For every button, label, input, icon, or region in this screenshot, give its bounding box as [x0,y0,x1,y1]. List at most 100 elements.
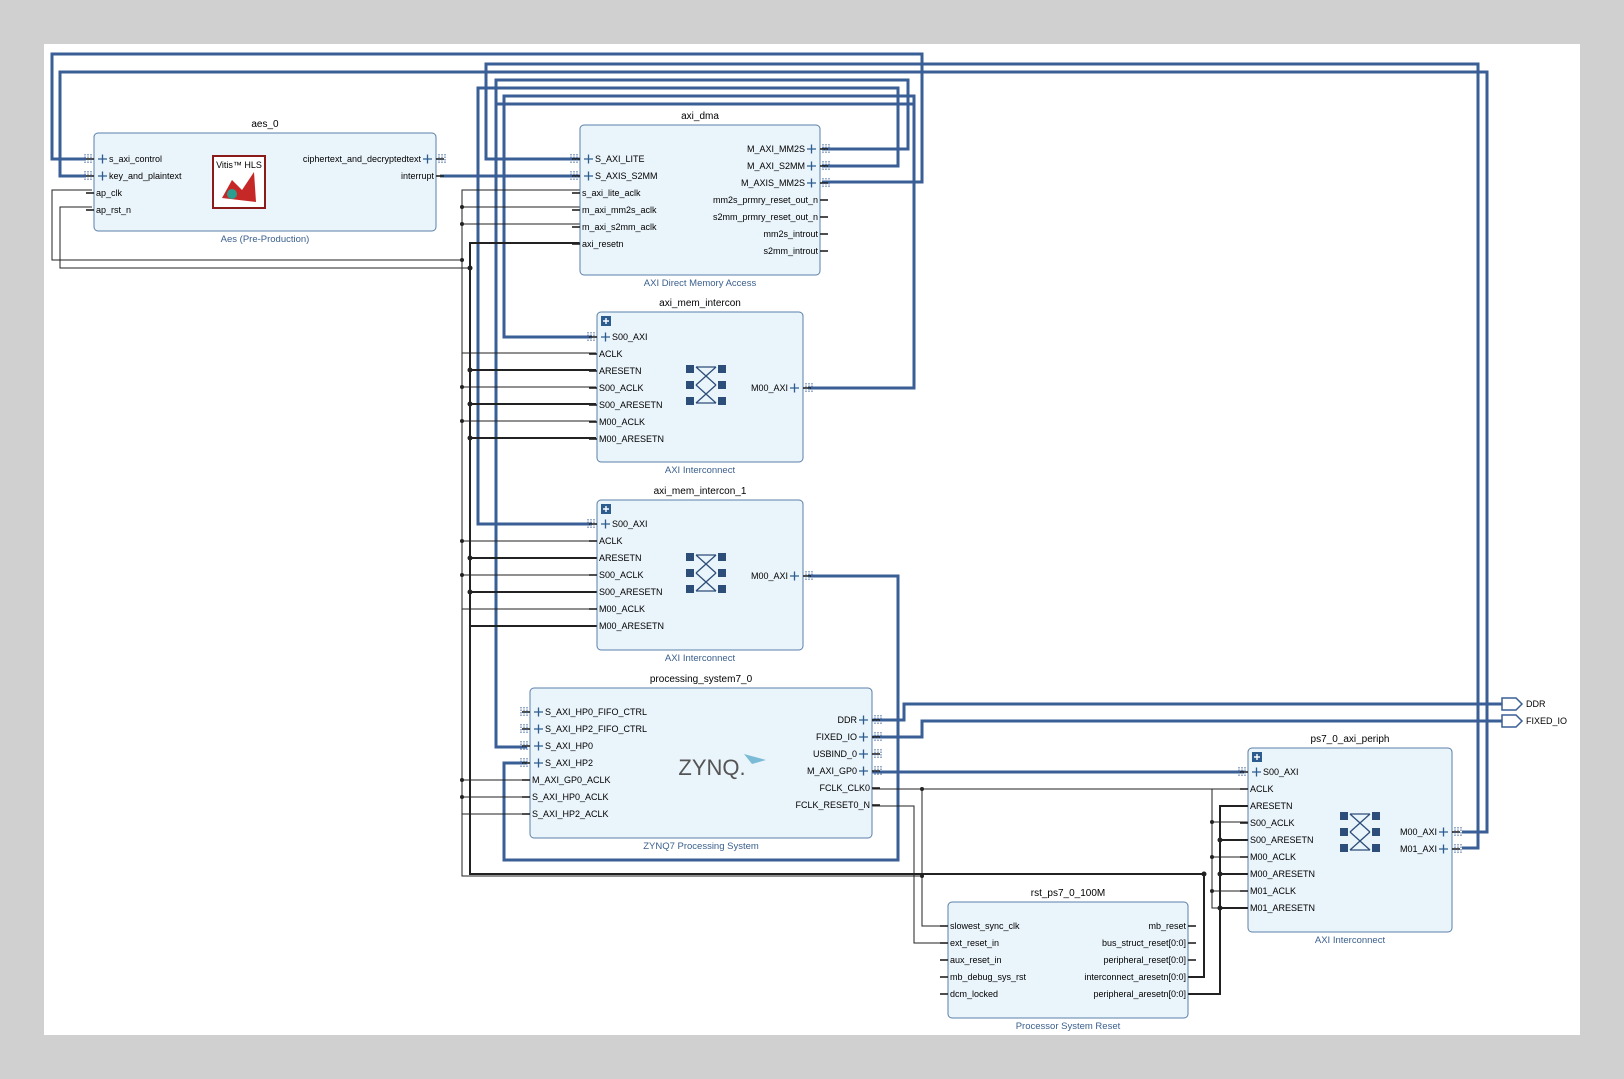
pin-label: S_AXIS_S2MM [595,171,658,181]
pin-label: s2mm_introut [763,246,818,256]
block-instance-name: axi_mem_intercon [659,298,741,309]
block-instance-name: ps7_0_axi_periph [1311,734,1390,745]
pin-label: ciphertext_and_decryptedtext [303,154,422,164]
block-ip-type: AXI Interconnect [1315,935,1386,946]
pin-label: S00_ACLK [599,570,644,580]
pin-label: M_AXI_MM2S [747,144,805,154]
pin-label: S_AXI_HP0_FIFO_CTRL [545,707,647,717]
block-ps7[interactable]: processing_system7_0 ZYNQ7 Processing Sys… [520,674,882,852]
pin-label: S_AXI_HP2_ACLK [532,809,609,819]
block-ip-type: Processor System Reset [1016,1021,1121,1032]
pin-label: dcm_locked [950,989,998,999]
pin-label: USBIND_0 [813,749,857,759]
pin-label: M00_ACLK [599,417,645,427]
pin-label: M01_ACLK [1250,886,1296,896]
expand-icon[interactable] [601,504,611,514]
pin-label: ACLK [599,349,623,359]
block-instance-name: axi_dma [681,111,719,122]
pin-label: ap_clk [96,188,123,198]
expand-icon[interactable] [1252,752,1262,762]
pin-label: mb_reset [1148,921,1186,931]
pin-label: FIXED_IO [816,732,857,742]
pin-label: S00_ACLK [1250,818,1295,828]
pin-label: S00_AXI [1263,767,1299,777]
pin-label: M00_ARESETN [1250,869,1315,879]
block-instance-name: aes_0 [251,119,279,130]
pin-label: FCLK_CLK0 [819,783,870,793]
external-port-label: FIXED_IO [1526,716,1567,726]
pin-label: axi_resetn [582,239,624,249]
pin-label: mb_debug_sys_rst [950,972,1027,982]
pin-label: M00_AXI [1400,827,1437,837]
pin-label: ACLK [599,536,623,546]
pin-label: mm2s_prmry_reset_out_n [713,195,818,205]
pin-label: m_axi_s2mm_aclk [582,222,657,232]
block-dma[interactable]: axi_dma AXI Direct Memory Access S_AXI_LIT… [570,111,830,289]
block-instance-name: processing_system7_0 [650,674,753,685]
pin-label: aux_reset_in [950,955,1002,965]
pin-label: S00_ARESETN [599,587,663,597]
pin-label: s2mm_prmry_reset_out_n [713,212,818,222]
pin-label: s_axi_lite_aclk [582,188,641,198]
pin-label: ARESETN [599,553,642,563]
pin-label: interrupt [401,171,435,181]
pin-label: FCLK_RESET0_N [795,800,870,810]
pin-label: S00_ACLK [599,383,644,393]
pin-label: S_AXI_HP0_ACLK [532,792,609,802]
pin-label: S_AXI_LITE [595,154,645,164]
block-ic1[interactable]: axi_mem_intercon_1 AXI Interconnect S00_AX… [587,486,813,664]
block-rst[interactable]: rst_ps7_0_100M Processor System Reset slow… [940,888,1196,1032]
block-instance-name: rst_ps7_0_100M [1031,888,1106,899]
pin-label: interconnect_aresetn[0:0] [1084,972,1186,982]
pin-label: M00_ACLK [599,604,645,614]
pin-label: ap_rst_n [96,205,131,215]
block-ic0[interactable]: axi_mem_intercon AXI Interconnect S00_AXI A… [587,298,813,476]
pin-label: S_AXI_HP2_FIFO_CTRL [545,724,647,734]
vitis-hls-logo: Vitis™ HLS [212,155,266,209]
block-aes[interactable]: aes_0 Aes (Pre-Production) s_axi_controlke… [84,119,446,245]
pin-label: M00_AXI [751,383,788,393]
block-ip-type: AXI Interconnect [665,653,736,664]
block-design-canvas[interactable]: aes_0 Aes (Pre-Production) s_axi_controlke… [0,0,1624,1079]
pin-label: M_AXI_GP0 [807,766,857,776]
external-port-fixed-io[interactable]: FIXED_IO [1501,714,1567,728]
pin-label: S_AXI_HP0 [545,741,593,751]
pin-label: M01_ARESETN [1250,903,1315,913]
expand-icon[interactable] [601,316,611,326]
pin-label: S00_ARESETN [599,400,663,410]
pin-label: S00_AXI [612,519,648,529]
pin-label: ARESETN [1250,801,1293,811]
logo-text: Vitis™ HLS [216,160,262,170]
external-port-label: DDR [1526,699,1546,709]
pin-label: M_AXI_S2MM [747,161,805,171]
pin-label: M01_AXI [1400,844,1437,854]
pin-label: peripheral_reset[0:0] [1103,955,1186,965]
block-instance-name: axi_mem_intercon_1 [654,486,747,497]
pin-label: M00_ACLK [1250,852,1296,862]
pin-label: slowest_sync_clk [950,921,1020,931]
pin-label: M00_ARESETN [599,434,664,444]
pin-label: ARESETN [599,366,642,376]
pin-label: S00_ARESETN [1250,835,1314,845]
block-ip-type: Aes (Pre-Production) [221,234,310,245]
pin-label: M_AXIS_MM2S [741,178,805,188]
pin-label: M00_AXI [751,571,788,581]
pin-label: key_and_plaintext [109,171,182,181]
block-ip-type: AXI Interconnect [665,465,736,476]
pin-label: S00_AXI [612,332,648,342]
pin-label: bus_struct_reset[0:0] [1102,938,1186,948]
pin-label: M_AXI_GP0_ACLK [532,775,611,785]
block-ip-type: AXI Direct Memory Access [644,278,757,289]
pin-label: ACLK [1250,784,1274,794]
pin-label: DDR [838,715,858,725]
pin-label: ext_reset_in [950,938,999,948]
pin-label: s_axi_control [109,154,162,164]
pin-label: mm2s_introut [763,229,818,239]
block-periph[interactable]: ps7_0_axi_periph AXI Interconnect S00_AXI A… [1238,734,1462,946]
pin-label: M00_ARESETN [599,621,664,631]
pin-label: S_AXI_HP2 [545,758,593,768]
pin-label: m_axi_mm2s_aclk [582,205,657,215]
zynq-logo: ZYNQ. [678,755,745,780]
pin-label: peripheral_aresetn[0:0] [1093,989,1186,999]
block-ip-type: ZYNQ7 Processing System [643,841,759,852]
